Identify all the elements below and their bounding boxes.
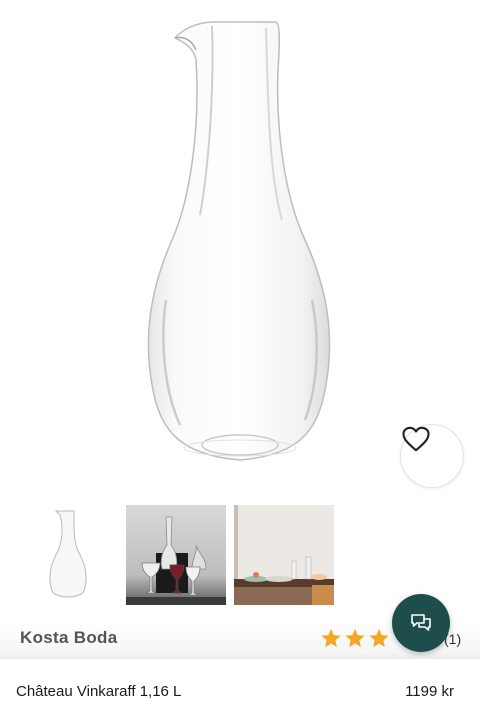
product-bottom-bar: Château Vinkaraff 1,16 L 1199 kr bbox=[0, 658, 480, 705]
product-name: Château Vinkaraff 1,16 L bbox=[16, 683, 182, 700]
product-price: 1199 kr bbox=[405, 683, 454, 700]
favorite-button[interactable] bbox=[400, 424, 464, 488]
chat-button[interactable] bbox=[392, 594, 450, 652]
thumbnail-gallery bbox=[18, 505, 334, 605]
table-setting-thumbnail[interactable] bbox=[234, 505, 334, 605]
carafe-thumbnail[interactable] bbox=[18, 505, 118, 605]
star-icon bbox=[321, 628, 341, 647]
product-image-area[interactable] bbox=[0, 0, 480, 500]
star-icon bbox=[345, 628, 365, 647]
heart-icon bbox=[402, 426, 430, 452]
glassware-set-thumbnail[interactable] bbox=[126, 505, 226, 605]
brand-name[interactable]: Kosta Boda bbox=[20, 628, 117, 648]
chat-bubbles-icon bbox=[411, 614, 431, 631]
rating-stars[interactable] bbox=[320, 627, 390, 649]
star-icon bbox=[369, 628, 389, 647]
